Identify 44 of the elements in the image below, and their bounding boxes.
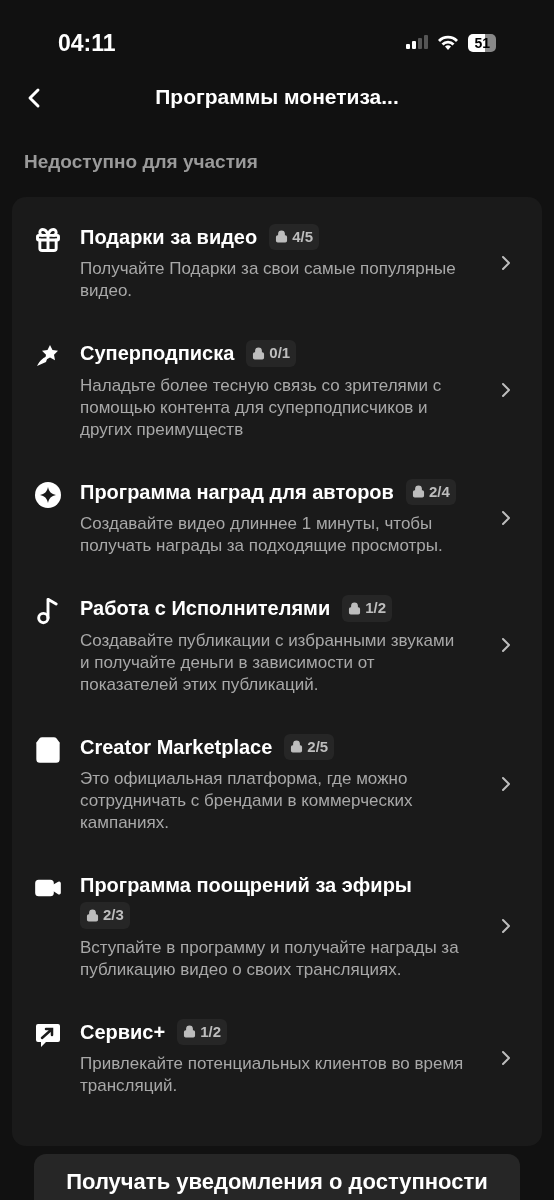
section-heading: Недоступно для участия bbox=[23, 150, 259, 174]
lock-icon bbox=[411, 485, 425, 499]
program-item[interactable]: Сервис+ 1/2 Привлекайте потенциальных клиентов во время трансляций. bbox=[12, 999, 542, 1116]
progress-badge: 1/2 bbox=[342, 595, 393, 622]
progress-badge: 0/1 bbox=[246, 340, 297, 367]
program-item[interactable]: Creator Marketplace 2/5 Это официальная платформа, где можно сотрудничать с брендами в коммерческих кампаниях. bbox=[12, 714, 542, 853]
program-description: Привлекайте потенциальных клиентов во время трансляций. bbox=[80, 1053, 465, 1097]
program-title: Сервис+ bbox=[80, 1019, 166, 1045]
lock-icon bbox=[348, 601, 362, 615]
sparkle-circle-icon bbox=[34, 480, 62, 509]
progress-badge: 2/3 bbox=[80, 902, 130, 929]
progress-badge: 4/5 bbox=[269, 223, 320, 250]
program-item[interactable]: Программа наград для авторов 2/4 Создавайте видео длиннее 1 минуты, чтобы получать награды за подходящие просмотры. bbox=[12, 459, 542, 576]
progress-badge: 2/5 bbox=[284, 733, 335, 760]
page-title: Программы монетиза... bbox=[155, 84, 399, 111]
program-title: Программа наград для авторов bbox=[80, 479, 394, 505]
progress-badge: 2/4 bbox=[405, 478, 456, 505]
program-description: Наладьте более тесную связь со зрителями с помощью контента для суперподписчиков и других преимуществ bbox=[80, 374, 443, 441]
lock-icon bbox=[275, 230, 289, 244]
program-description: Создавайте публикации с избранными звуками и получайте деньги в зависимости от показателей этих публикаций. bbox=[80, 629, 456, 696]
lock-icon bbox=[290, 740, 304, 754]
program-item[interactable]: Подарки за видео 4/5 Получайте Подарки за свои самые популярные видео. bbox=[12, 204, 542, 321]
program-title: Работа с Исполнителями bbox=[80, 596, 331, 622]
program-title: Creator Marketplace bbox=[80, 734, 273, 760]
program-item[interactable]: Суперподписка 0/1 Наладьте более тесную связь со зрителями с помощью контента для суперподписчиков и других преимуществ bbox=[12, 321, 542, 460]
program-description: Создавайте видео длиннее 1 минуты, чтобы получать награды за подходящие просмотры. bbox=[80, 513, 444, 557]
battery-indicator: 51 bbox=[468, 34, 496, 52]
program-description: Вступайте в программу и получайте награды за публикацию видео о своих трансляциях. bbox=[80, 936, 460, 981]
program-title: Программа поощрений за эфиры bbox=[80, 873, 412, 898]
wifi-icon bbox=[437, 35, 460, 51]
program-item[interactable]: Работа с Исполнителями 1/2 Создавайте публикации с избранными звуками и получайте деньги в зависимости от показателей этих публикаций. bbox=[12, 576, 542, 715]
program-title: Подарки за видео bbox=[80, 224, 258, 250]
progress-badge: 1/2 bbox=[177, 1018, 228, 1045]
lock-icon bbox=[86, 908, 99, 922]
lock-icon bbox=[252, 346, 266, 360]
signal-icon bbox=[406, 35, 429, 51]
program-description: Получайте Подарки за свои самые популярные видео. bbox=[80, 258, 457, 302]
notify-button[interactable]: Получать уведомления о доступности bbox=[34, 1154, 520, 1200]
program-title: Суперподписка bbox=[80, 341, 235, 367]
status-time: 04:11 bbox=[58, 28, 116, 58]
lock-icon bbox=[183, 1025, 197, 1039]
gift-icon bbox=[34, 225, 62, 254]
program-description: Это официальная платформа, где можно сотрудничать с брендами в коммерческих кампаниях. bbox=[80, 768, 414, 834]
program-item[interactable]: Программа поощрений за эфиры 2/3 Вступайте в программу и получайте награды за публикацию видео о своих трансляциях. bbox=[12, 853, 542, 1000]
